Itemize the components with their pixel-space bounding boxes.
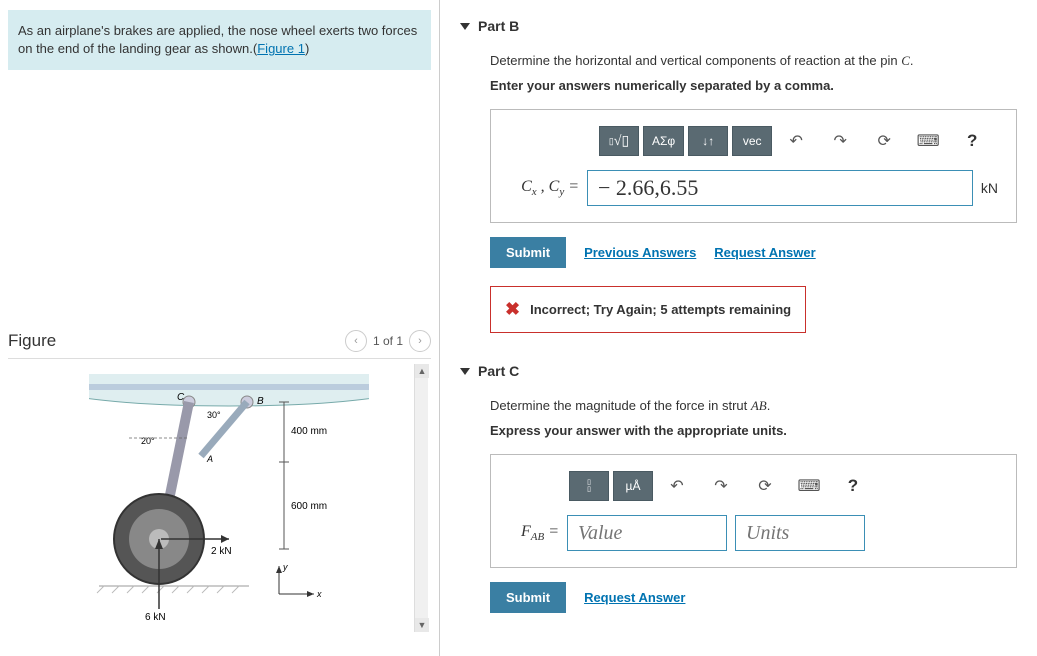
fraction-button[interactable]: ▯▯ [569,471,609,501]
part-c-title: Part C [478,363,519,379]
landing-gear-figure: C B A 30° 20° [89,374,369,624]
next-figure-button[interactable]: › [409,330,431,352]
pager-text: 1 of 1 [373,334,403,348]
part-b-prompt: Determine the horizontal and vertical co… [490,52,1017,70]
part-b-answer-row: Cx , Cy = kN [509,170,998,206]
help-button[interactable]: ? [952,126,992,156]
dim-400: 400 mm [291,426,327,437]
label-c: C [177,392,185,403]
figure-area: C B A 30° 20° [8,363,431,633]
units-symbols-button[interactable]: µÅ [613,471,653,501]
scroll-down-icon[interactable]: ▼ [415,618,429,632]
part-b-answer-box: ▯√▯ ΑΣφ ↓↑ vec ↶ ↷ ⟳ ⌨ ? Cx , Cy = kN [490,109,1017,223]
incorrect-icon: ✖ [505,299,520,320]
template-button[interactable]: ▯√▯ [599,126,639,156]
part-b-submit-button[interactable]: Submit [490,237,566,268]
angle-20: 20° [141,436,155,446]
part-c-answer-row: FAB = [509,515,998,551]
figure-header: Figure ‹ 1 of 1 › [8,330,431,358]
part-c-value-input[interactable] [567,515,727,551]
previous-answers-link[interactable]: Previous Answers [584,245,696,260]
part-b-answer-input[interactable] [587,170,973,206]
answer-label-cxy: Cx , Cy = [509,178,579,198]
dim-600: 600 mm [291,501,327,512]
keyboard-icon[interactable]: ⌨ [908,126,948,156]
keyboard-icon[interactable]: ⌨ [789,471,829,501]
vec-button[interactable]: vec [732,126,772,156]
figure-pager: ‹ 1 of 1 › [345,330,431,352]
symbols-button[interactable]: ΑΣφ [643,126,684,156]
caret-down-icon [460,23,470,30]
part-b-submit-row: Submit Previous Answers Request Answer [490,237,1017,268]
answer-label-fab: FAB = [509,523,559,543]
part-c-submit-button[interactable]: Submit [490,582,566,613]
part-b-request-answer-link[interactable]: Request Answer [714,245,815,260]
figure-scrollbar[interactable]: ▲ ▼ [414,364,428,632]
part-c-content: Determine the magnitude of the force in … [460,397,1017,613]
redo-icon[interactable]: ↷ [820,126,860,156]
figure-title: Figure [8,331,56,351]
left-panel: As an airplane's brakes are applied, the… [0,0,440,656]
feedback-text: Incorrect; Try Again; 5 attempts remaini… [530,302,791,317]
part-b-unit: kN [981,180,998,196]
part-c-prompt: Determine the magnitude of the force in … [490,397,1017,415]
axis-y: y [282,562,288,572]
undo-icon[interactable]: ↶ [657,471,697,501]
problem-text-after: ) [305,41,309,56]
force-6kn: 6 kN [145,612,166,623]
help-button[interactable]: ? [833,471,873,501]
part-b-instruction: Enter your answers numerically separated… [490,78,1017,93]
axis-x: x [316,589,322,599]
part-c-header[interactable]: Part C [460,363,1017,379]
part-c-answer-box: ▯▯ µÅ ↶ ↷ ⟳ ⌨ ? FAB = [490,454,1017,568]
part-c-request-answer-link[interactable]: Request Answer [584,590,685,605]
part-b-header[interactable]: Part B [460,18,1017,34]
feedback-box: ✖ Incorrect; Try Again; 5 attempts remai… [490,286,806,333]
part-c-units-input[interactable] [735,515,865,551]
part-c-toolbar: ▯▯ µÅ ↶ ↷ ⟳ ⌨ ? [569,471,998,501]
reset-icon[interactable]: ⟳ [745,471,785,501]
force-2kn: 2 kN [211,546,232,557]
part-c-instruction: Express your answer with the appropriate… [490,423,1017,438]
redo-icon[interactable]: ↷ [701,471,741,501]
figure-link[interactable]: Figure 1 [257,41,305,56]
angle-30: 30° [207,410,221,420]
caret-down-icon [460,368,470,375]
right-panel: Part B Determine the horizontal and vert… [440,0,1037,656]
undo-icon[interactable]: ↶ [776,126,816,156]
divider [8,358,431,359]
prev-figure-button[interactable]: ‹ [345,330,367,352]
label-b: B [257,396,264,407]
problem-statement: As an airplane's brakes are applied, the… [8,10,431,70]
subscript-button[interactable]: ↓↑ [688,126,728,156]
part-b-title: Part B [478,18,519,34]
part-b-content: Determine the horizontal and vertical co… [460,52,1017,333]
scroll-up-icon[interactable]: ▲ [415,364,429,378]
part-b-toolbar: ▯√▯ ΑΣφ ↓↑ vec ↶ ↷ ⟳ ⌨ ? [599,126,998,156]
label-a: A [206,454,213,464]
part-c-submit-row: Submit Request Answer [490,582,1017,613]
problem-text-before: As an airplane's brakes are applied, the… [18,23,417,56]
reset-icon[interactable]: ⟳ [864,126,904,156]
